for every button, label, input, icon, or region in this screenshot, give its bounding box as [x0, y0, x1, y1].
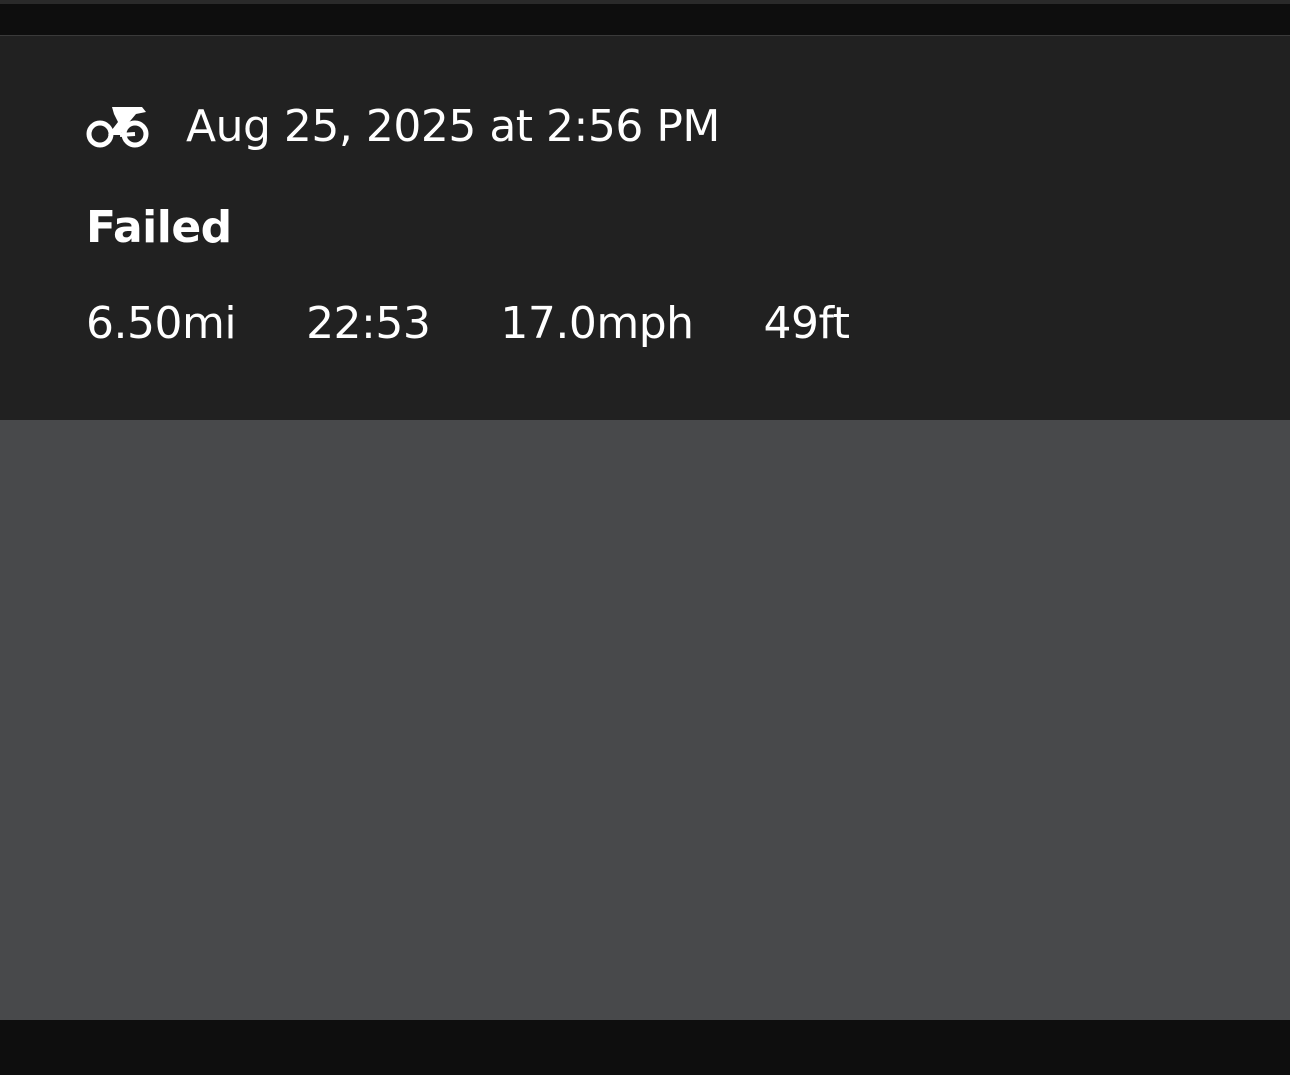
stat-duration: 22:53: [306, 298, 431, 349]
activity-stats: 6.50mi 22:53 17.0mph 49ft: [86, 302, 850, 346]
bottom-bar: [0, 1020, 1290, 1075]
stat-distance: 6.50mi: [86, 298, 237, 349]
activity-card[interactable]: Aug 25, 2025 at 2:56 PM Failed 6.50mi 22…: [0, 36, 1290, 420]
route-map-placeholder[interactable]: [0, 420, 1290, 1020]
stat-speed: 17.0mph: [500, 298, 694, 349]
stat-elevation: 49ft: [763, 298, 850, 349]
activity-header: Aug 25, 2025 at 2:56 PM: [86, 104, 720, 150]
activity-status: Failed: [86, 202, 232, 253]
activity-date: Aug 25, 2025 at 2:56 PM: [186, 101, 720, 152]
top-bar: [0, 0, 1290, 36]
bicycle-icon: [86, 107, 149, 148]
